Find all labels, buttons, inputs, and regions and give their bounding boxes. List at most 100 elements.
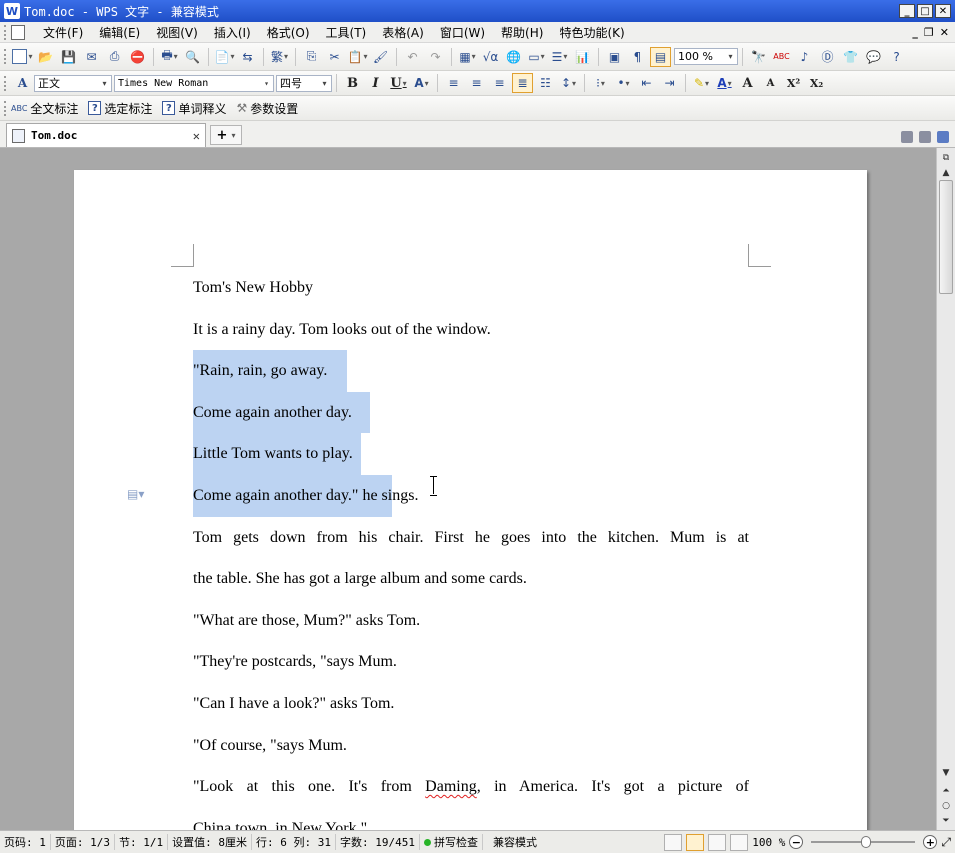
view-toggle-icon[interactable]: ⧉ [939,151,953,165]
spell-check-icon[interactable]: ABC [771,47,792,67]
document-page[interactable]: ▤▾ Tom's New Hobby It is a rainy day. To… [74,170,867,830]
styles-icon[interactable]: A [12,73,33,93]
chevron-down-icon[interactable]: ▾ [231,131,235,140]
web-view-button[interactable] [730,833,749,851]
document-text[interactable]: Tom's New Hobby It is a rainy day. Tom l… [193,267,749,830]
print-preview-icon[interactable]: 🔍 [182,47,203,67]
increase-indent-icon[interactable]: ⇥ [659,73,680,93]
zoom-select[interactable]: 100 % ▾ [674,48,738,65]
distributed-icon[interactable]: ☷ [535,73,556,93]
menu-special[interactable]: 特色功能(K) [551,24,632,41]
tab-tom-doc[interactable]: Tom.doc ✕ [6,123,206,147]
d-icon[interactable]: Ⓓ [817,47,838,67]
find-icon[interactable]: 🔭 [748,47,769,67]
shirt-icon[interactable]: 👕 [840,47,861,67]
export-pdf-icon[interactable]: ⎙ [104,47,125,67]
align-left-icon[interactable]: ≡ [443,73,464,93]
shrink-font-button[interactable]: A [760,73,781,93]
open-folder-icon[interactable]: 📂 [35,47,56,67]
document-map-icon[interactable]: ▣ [604,47,625,67]
copy-icon[interactable]: ⎘ [301,47,322,67]
underline-button[interactable]: U [388,73,409,93]
doc-minimize-icon[interactable]: _ [912,26,918,39]
word-meaning-button[interactable]: ? 单词释义 [162,100,226,117]
permission-icon[interactable]: ⛔ [127,47,148,67]
align-center-icon[interactable]: ≡ [466,73,487,93]
new-document-icon[interactable] [12,47,33,67]
status-word-count[interactable]: 字数: 19/451 [336,834,420,850]
hyperlink-icon[interactable]: 🌐 [503,47,524,67]
table-icon[interactable]: ▦ [457,47,478,67]
fit-window-icon[interactable]: ⤢ [941,835,951,850]
scroll-thumb[interactable] [939,180,953,294]
brush-icon[interactable]: 🖌 [370,47,391,67]
help-icon[interactable]: ? [886,47,907,67]
close-tab-icon[interactable]: ✕ [193,129,200,143]
font-effect-icon[interactable]: A [411,73,432,93]
save-icon[interactable]: 💾 [58,47,79,67]
chevron-down-icon[interactable]: ▾ [98,76,111,91]
redo-icon[interactable]: ↷ [425,47,446,67]
tab-option-icon[interactable] [919,131,931,143]
select-browse-icon[interactable]: ○ [939,799,953,813]
bullets-icon[interactable]: • [613,73,634,93]
superscript-button[interactable]: X² [783,73,804,93]
decrease-indent-icon[interactable]: ⇤ [636,73,657,93]
misspelled-word[interactable]: Daming [425,778,477,795]
menu-window[interactable]: 窗口(W) [432,24,493,41]
minimize-button[interactable]: _ [899,4,915,18]
tab-option-icon[interactable] [901,131,913,143]
chevron-down-icon[interactable]: ▾ [724,49,737,64]
font-select[interactable]: Times New Roman ▾ [114,74,274,92]
chat-icon[interactable]: 💬 [863,47,884,67]
cut-icon[interactable]: ✂ [324,47,345,67]
scroll-up-icon[interactable]: ▲ [939,166,953,180]
numbering-icon[interactable]: ⁝ [590,73,611,93]
line-spacing-icon[interactable]: ↕ [558,73,579,93]
grow-font-button[interactable]: A [737,73,758,93]
menu-insert[interactable]: 插入(I) [206,24,259,41]
style-select[interactable]: 正文 ▾ [34,74,112,92]
menu-file[interactable]: 文件(F) [35,24,91,41]
new-tab-button[interactable]: + ▾ [210,125,242,145]
show-marks-icon[interactable]: ¶ [627,47,648,67]
align-justify-icon[interactable]: ≣ [512,73,533,93]
bold-button[interactable]: B [342,73,363,93]
paste-icon[interactable]: 📋 [347,47,368,67]
menu-view[interactable]: 视图(V) [148,24,206,41]
menu-help[interactable]: 帮助(H) [493,24,551,41]
format-painter-icon[interactable]: ⇆ [237,47,258,67]
send-mail-icon[interactable]: ✉ [81,47,102,67]
music-icon[interactable]: ♪ [794,47,815,67]
zoom-out-button[interactable]: − [789,835,804,849]
outline-view-button[interactable] [708,833,727,851]
chevron-down-icon[interactable]: ▾ [318,76,331,91]
full-text-annotate-button[interactable]: ABC 全文标注 [11,100,78,117]
menu-edit[interactable]: 编辑(E) [91,24,148,41]
highlight-icon[interactable]: ✎ [691,73,712,93]
italic-button[interactable]: I [365,73,386,93]
traditional-chinese-icon[interactable]: 繁 [269,47,290,67]
paragraph-options-icon[interactable]: ▤▾ [127,487,144,501]
insert-page-icon[interactable]: 📄 [214,47,235,67]
zoom-in-button[interactable]: + [923,835,938,849]
wps-app-icon[interactable]: W [4,3,20,19]
print-icon[interactable]: 🖶 [159,47,180,67]
document-icon[interactable] [11,24,25,40]
font-size-select[interactable]: 四号 ▾ [276,74,332,92]
previous-page-icon[interactable]: ⏶ [939,784,953,798]
next-page-icon[interactable]: ⏷ [939,814,953,828]
chart-icon[interactable]: 📊 [572,47,593,67]
subscript-button[interactable]: X₂ [806,73,827,93]
maximize-button[interactable]: □ [917,4,933,18]
textbox-icon[interactable]: ▭ [526,47,547,67]
spell-check-status[interactable]: 拼写检查 [420,834,483,850]
page-view-button[interactable] [686,833,705,851]
zoom-slider-knob[interactable] [861,836,872,848]
font-color-icon[interactable]: A [714,73,735,93]
scroll-down-icon[interactable]: ▼ [939,766,953,780]
settings-button[interactable]: ⚒ 参数设置 [236,100,298,117]
menu-format[interactable]: 格式(O) [259,24,318,41]
selected-annotate-button[interactable]: ? 选定标注 [88,100,152,117]
chevron-down-icon[interactable]: ▾ [260,76,273,91]
